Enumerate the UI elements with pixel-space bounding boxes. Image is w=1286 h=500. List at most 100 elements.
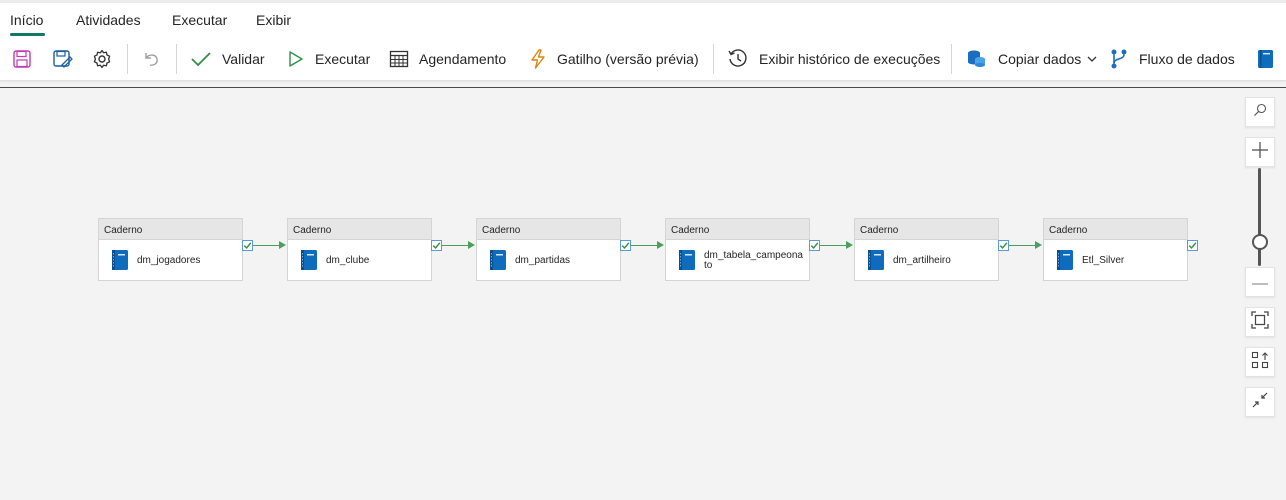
fit-to-screen-button[interactable] (1245, 307, 1275, 337)
auto-align-icon (1251, 351, 1269, 374)
play-icon (287, 49, 305, 69)
tab-executar[interactable]: Executar (172, 12, 227, 28)
activity-type-label: Caderno (855, 219, 998, 240)
activity-body: dm_jogadores (99, 240, 242, 281)
schedule-button[interactable]: Agendamento (389, 37, 506, 81)
notebook-icon (866, 249, 886, 276)
run-label: Executar (315, 51, 371, 67)
undo-button[interactable] (141, 37, 161, 81)
dataflow-button[interactable]: Fluxo de dados (1109, 37, 1235, 81)
activity-type-label: Caderno (288, 219, 431, 240)
active-tab-indicator (10, 33, 45, 36)
success-connector-line[interactable] (1009, 245, 1036, 246)
trigger-button[interactable]: Gatilho (versão prévia) (529, 37, 699, 81)
activity-type-label: Caderno (477, 219, 620, 240)
toolbar-divider (127, 44, 128, 74)
success-connector-line[interactable] (442, 245, 469, 246)
activity-node[interactable]: Caderno dm_jogadores (98, 218, 243, 281)
activity-node[interactable]: Caderno dm_artilheiro (854, 218, 999, 281)
notebook-icon (677, 249, 697, 276)
on-success-handle[interactable] (242, 240, 253, 251)
zoom-slider-track[interactable] (1258, 168, 1261, 266)
schedule-label: Agendamento (419, 51, 507, 67)
activity-name: dm_artilheiro (893, 254, 951, 266)
chevron-down-icon (1087, 55, 1097, 63)
activity-body: dm_tabela_campeonato (666, 240, 809, 281)
zoom-slider-thumb[interactable] (1252, 234, 1268, 250)
undo-icon (141, 49, 161, 69)
fit-screen-icon (1251, 310, 1269, 334)
collapse-arrows-icon (1251, 391, 1269, 414)
activity-node[interactable]: Caderno dm_partidas (476, 218, 621, 281)
search-canvas-button[interactable] (1245, 97, 1275, 127)
view-run-history-button[interactable]: Exibir histórico de execuções (727, 37, 940, 81)
lightning-icon (529, 49, 547, 69)
activity-name: Etl_Silver (1082, 254, 1125, 266)
activity-name: dm_tabela_campeonato (704, 249, 803, 271)
save-button[interactable] (12, 37, 32, 81)
run-button[interactable]: Executar (287, 37, 370, 81)
view-run-history-label: Exibir histórico de execuções (759, 51, 941, 67)
toolbar-divider (176, 44, 177, 74)
copy-data-button[interactable]: Copiar dados (966, 37, 1097, 81)
trigger-label: Gatilho (versão prévia) (557, 51, 699, 67)
on-success-handle[interactable] (1187, 240, 1198, 251)
connector-arrowhead (1035, 241, 1042, 249)
copy-data-label: Copiar dados (998, 51, 1082, 67)
activity-body: Etl_Silver (1044, 240, 1187, 281)
notebook-icon (1055, 249, 1075, 276)
notebook-icon (110, 249, 130, 276)
notebook-icon (1256, 49, 1274, 69)
search-icon (1253, 103, 1267, 122)
auto-align-button[interactable] (1245, 347, 1275, 377)
tab-inicio[interactable]: Início (10, 12, 43, 28)
activity-node[interactable]: Caderno Etl_Silver (1043, 218, 1188, 281)
history-icon (727, 48, 749, 70)
notebook-button[interactable] (1256, 37, 1274, 81)
save-as-button[interactable] (52, 37, 74, 81)
ribbon-tabs: Início Atividades Executar Exibir (0, 0, 1286, 37)
activity-name: dm_jogadores (137, 254, 201, 266)
pipeline-canvas[interactable] (0, 88, 1286, 500)
on-success-handle[interactable] (809, 240, 820, 251)
activity-body: dm_artilheiro (855, 240, 998, 281)
on-success-handle[interactable] (998, 240, 1009, 251)
tab-exibir[interactable]: Exibir (256, 12, 291, 28)
on-success-handle[interactable] (620, 240, 631, 251)
activity-node[interactable]: Caderno dm_clube (287, 218, 432, 281)
activity-body: dm_clube (288, 240, 431, 281)
success-connector-line[interactable] (820, 245, 847, 246)
success-connector-line[interactable] (253, 245, 280, 246)
notebook-icon (488, 249, 508, 276)
collapse-button[interactable] (1245, 387, 1275, 417)
settings-button[interactable] (92, 37, 112, 81)
activity-type-label: Caderno (1044, 219, 1187, 240)
save-as-icon (52, 49, 74, 69)
settings-gear-icon (92, 49, 112, 69)
save-icon (12, 49, 32, 69)
copy-data-icon (966, 49, 988, 69)
activity-name: dm_clube (326, 254, 370, 266)
connector-arrowhead (657, 241, 664, 249)
checkmark-icon (190, 49, 212, 69)
activity-type-label: Caderno (99, 219, 242, 240)
connector-arrowhead (279, 241, 286, 249)
activity-node[interactable]: Caderno dm_tabela_campeonato (665, 218, 810, 281)
minus-icon (1251, 273, 1269, 291)
dataflow-icon (1109, 48, 1129, 70)
zoom-out-button[interactable] (1245, 267, 1275, 297)
dataflow-label: Fluxo de dados (1139, 51, 1235, 67)
activity-type-label: Caderno (666, 219, 809, 240)
tab-atividades[interactable]: Atividades (76, 12, 141, 28)
success-connector-line[interactable] (631, 245, 658, 246)
on-success-handle[interactable] (431, 240, 442, 251)
ribbon-toolbar: Validar Executar Agendamento Gatilho (ve… (0, 37, 1286, 81)
calendar-icon (389, 49, 409, 69)
validate-button[interactable]: Validar (190, 37, 265, 81)
connector-arrowhead (846, 241, 853, 249)
validate-label: Validar (222, 51, 265, 67)
pipeline-editor: Início Atividades Executar Exibir Valida… (0, 0, 1286, 500)
activity-body: dm_partidas (477, 240, 620, 281)
toolbar-divider (713, 44, 714, 74)
zoom-in-button[interactable] (1245, 137, 1275, 167)
